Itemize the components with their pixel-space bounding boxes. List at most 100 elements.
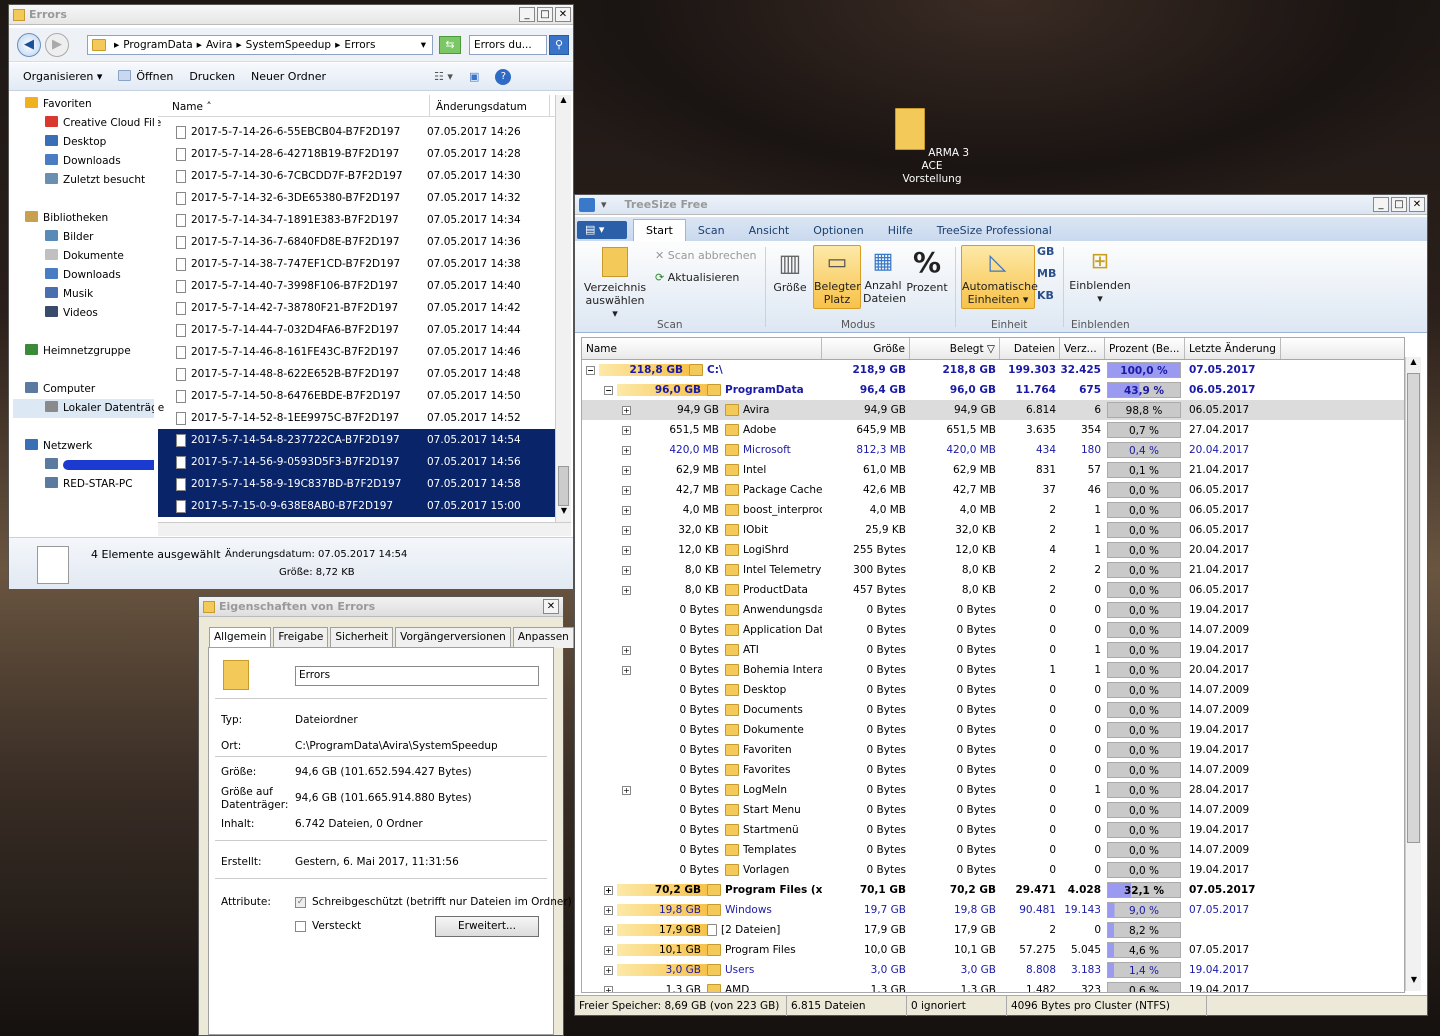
tree-row[interactable]: 0 Bytes Desktop 0 Bytes 0 Bytes 0 0 0,0 % 14.07… xyxy=(582,680,1404,700)
expand-icon[interactable]: + xyxy=(622,425,631,435)
tree-row[interactable]: +94,9 GB Avira 94,9 GB 94,9 GB 6.814 6 98,8 % 0… xyxy=(582,400,1404,420)
tree-row[interactable]: 0 Bytes Dokumente 0 Bytes 0 Bytes 0 0 0,0 % 19.… xyxy=(582,720,1404,740)
forward-button[interactable]: ▶ xyxy=(45,33,69,57)
allocated-mode-button[interactable]: ▭ Belegter Platz xyxy=(813,245,861,309)
tree-row[interactable]: 0 Bytes Vorlagen 0 Bytes 0 Bytes 0 0 0,0 % 19.0… xyxy=(582,860,1404,880)
new-folder-button[interactable]: Neuer Ordner xyxy=(251,70,326,83)
expand-icon[interactable]: + xyxy=(604,965,613,975)
breadcrumb-item[interactable]: Errors xyxy=(344,39,375,51)
expand-icon[interactable]: + xyxy=(604,945,613,955)
nav-spacer[interactable] xyxy=(13,456,159,475)
search-input[interactable]: Errors du... xyxy=(469,35,547,55)
tree-row[interactable]: +0 Bytes Bohemia Interactive 0 Bytes 0 Byte… xyxy=(582,660,1404,680)
open-button[interactable]: Öffnen xyxy=(118,70,173,83)
file-row[interactable]: 2017-5-7-15-0-9-638E8AB0-B7F2D197 07.05.2… xyxy=(158,495,555,517)
expand-icon[interactable]: + xyxy=(622,785,631,795)
treesize-titlebar[interactable]: ▾ TreeSize Free xyxy=(575,195,1427,215)
file-row[interactable]: 2017-5-7-14-42-7-38780F21-B7F2D197 07.05.… xyxy=(158,297,555,319)
tab-freigabe[interactable]: Freigabe xyxy=(273,627,329,648)
nav-item[interactable]: Creative Cloud File xyxy=(13,114,161,133)
refresh-button[interactable]: ⟳ Aktualisieren xyxy=(655,271,739,284)
expand-icon[interactable]: + xyxy=(622,585,631,595)
tree-row[interactable]: 0 Bytes Templates 0 Bytes 0 Bytes 0 0 0,0 % 14.… xyxy=(582,840,1404,860)
expand-icon[interactable]: + xyxy=(622,445,631,455)
expand-icon[interactable]: + xyxy=(604,885,613,895)
tab-allgemein[interactable]: Allgemein xyxy=(209,627,272,648)
column-name[interactable]: Name xyxy=(582,338,822,359)
nav-item[interactable]: Dokumente xyxy=(13,247,157,266)
tree-row[interactable]: +651,5 MB Adobe 645,9 MB 651,5 MB 3.635 354 0,… xyxy=(582,420,1404,440)
close-button[interactable]: ✕ xyxy=(543,599,559,614)
back-button[interactable]: ◀ xyxy=(17,33,41,57)
preview-pane-icon[interactable]: ▣ xyxy=(469,70,479,83)
size-mode-button[interactable]: ▥ Größe xyxy=(773,245,807,309)
tab-optionen[interactable]: Optionen xyxy=(801,220,875,241)
tree-row[interactable]: +19,8 GB Windows 19,7 GB 19,8 GB 90.481 19.14… xyxy=(582,900,1404,920)
nav-item[interactable]: Heimnetzgruppe xyxy=(13,342,157,361)
column-files[interactable]: Dateien xyxy=(1000,338,1060,359)
expand-icon[interactable]: + xyxy=(622,645,631,655)
advanced-button[interactable]: Erweitert... xyxy=(435,916,539,937)
tree-row[interactable]: +0 Bytes LogMeIn 0 Bytes 0 Bytes 0 1 0,0 % 28.0… xyxy=(582,780,1404,800)
tab-scan[interactable]: Scan xyxy=(686,220,737,241)
tree-row[interactable]: 0 Bytes Start Menu 0 Bytes 0 Bytes 0 0 0,0 % 14… xyxy=(582,800,1404,820)
minimize-button[interactable]: _ xyxy=(519,7,535,22)
expand-icon[interactable]: + xyxy=(604,925,613,935)
file-row[interactable]: 2017-5-7-14-50-8-6476EBDE-B7F2D197 07.05.… xyxy=(158,385,555,407)
search-icon[interactable]: ⚲ xyxy=(549,35,569,55)
chevron-down-icon[interactable]: ▾ xyxy=(421,39,426,51)
file-row[interactable]: 2017-5-7-14-38-7-747EF1CD-B7F2D197 07.05.… xyxy=(158,253,555,275)
nav-item[interactable]: Videos xyxy=(13,304,157,323)
nav-item[interactable]: Desktop xyxy=(13,133,157,152)
readonly-checkbox[interactable]: ✓ Schreibgeschützt (betrifft nur Dateien… xyxy=(295,896,572,908)
nav-item[interactable]: Musik xyxy=(13,285,157,304)
column-last-change[interactable]: Letzte Änderung xyxy=(1185,338,1281,359)
expand-icon[interactable]: + xyxy=(622,545,631,555)
expand-icon[interactable]: + xyxy=(622,565,631,575)
nav-item[interactable]: Zuletzt besucht xyxy=(13,171,157,190)
nav-item[interactable]: Bibliotheken xyxy=(13,209,157,228)
column-size[interactable]: Größe xyxy=(822,338,910,359)
tree-row[interactable]: +62,9 MB Intel 61,0 MB 62,9 MB 831 57 0,1 % 21.… xyxy=(582,460,1404,480)
tree-row[interactable]: 0 Bytes Startmenü 0 Bytes 0 Bytes 0 0 0,0 % 19.… xyxy=(582,820,1404,840)
tree-row[interactable]: −96,0 GB ProgramData 96,4 GB 96,0 GB 11.764 6… xyxy=(582,380,1404,400)
file-row[interactable]: 2017-5-7-14-48-8-622E652B-B7F2D197 07.05.… xyxy=(158,363,555,385)
hidden-checkbox[interactable]: Versteckt xyxy=(295,920,361,932)
nav-item[interactable]: Lokaler Datenträge xyxy=(13,399,164,418)
minimize-button[interactable]: _ xyxy=(1373,197,1389,212)
file-row[interactable]: 2017-5-7-14-58-9-19C837BD-B7F2D197 07.05.… xyxy=(158,473,555,495)
select-directory-button[interactable]: Verzeichnis auswählen ▾ xyxy=(583,245,647,320)
tree-row[interactable]: −218,8 GB C:\ 218,9 GB 218,8 GB 199.303 32.42… xyxy=(582,360,1404,380)
address-bar[interactable]: ▸ ProgramData ▸ Avira ▸ SystemSpeedup ▸ Erro… xyxy=(87,35,433,55)
column-name[interactable]: Name ˄ xyxy=(158,95,430,116)
file-row[interactable]: 2017-5-7-14-56-9-0593D5F3-B7F2D197 07.05.… xyxy=(158,451,555,473)
scrollbar-thumb[interactable] xyxy=(558,466,569,506)
file-count-mode-button[interactable]: ▦ Anzahl Dateien xyxy=(863,245,906,309)
column-folders[interactable]: Verz... xyxy=(1060,338,1105,359)
tree-row[interactable]: +420,0 MB Microsoft 812,3 MB 420,0 MB 434 180… xyxy=(582,440,1404,460)
tree-row[interactable]: 0 Bytes Favorites 0 Bytes 0 Bytes 0 0 0,0 % 14.… xyxy=(582,760,1404,780)
close-button[interactable]: ✕ xyxy=(555,7,571,22)
file-row[interactable]: 2017-5-7-14-34-7-1891E383-B7F2D197 07.05.… xyxy=(158,209,555,231)
breadcrumb-item[interactable]: Avira xyxy=(206,39,232,51)
expand-icon[interactable]: + xyxy=(622,665,631,675)
unit-mb-button[interactable]: MB xyxy=(1037,267,1056,280)
auto-units-button[interactable]: ◺ Automatische Einheiten ▾ xyxy=(961,245,1038,309)
expand-icon[interactable]: + xyxy=(622,405,631,415)
close-button[interactable]: ✕ xyxy=(1409,197,1425,212)
unit-gb-button[interactable]: GB xyxy=(1037,245,1054,258)
app-menu-button[interactable]: ▤ ▾ xyxy=(577,221,627,239)
explorer-titlebar[interactable]: Errors xyxy=(9,5,573,25)
tree-row[interactable]: +42,7 MB Package Cache 42,6 MB 42,7 MB 37 46 0… xyxy=(582,480,1404,500)
folder-name-input[interactable]: Errors xyxy=(295,666,539,686)
tree-row[interactable]: +0 Bytes ATI 0 Bytes 0 Bytes 0 1 0,0 % 19.04.20… xyxy=(582,640,1404,660)
show-button[interactable]: ⊞ Einblenden ▾ xyxy=(1069,245,1131,309)
breadcrumb-item[interactable]: ProgramData xyxy=(123,39,192,51)
file-row[interactable]: 2017-5-7-14-52-8-1EE9975C-B7F2D197 07.05.… xyxy=(158,407,555,429)
nav-item[interactable]: Bilder xyxy=(13,228,157,247)
unit-kb-button[interactable]: KB xyxy=(1037,289,1054,302)
collapse-icon[interactable]: − xyxy=(604,385,613,395)
tree-row[interactable]: +8,0 KB ProductData 457 Bytes 8,0 KB 2 0 0,0 %… xyxy=(582,580,1404,600)
tree-row[interactable]: +12,0 KB LogiShrd 255 Bytes 12,0 KB 4 1 0,0 % 2… xyxy=(582,540,1404,560)
maximize-button[interactable]: □ xyxy=(537,7,553,22)
